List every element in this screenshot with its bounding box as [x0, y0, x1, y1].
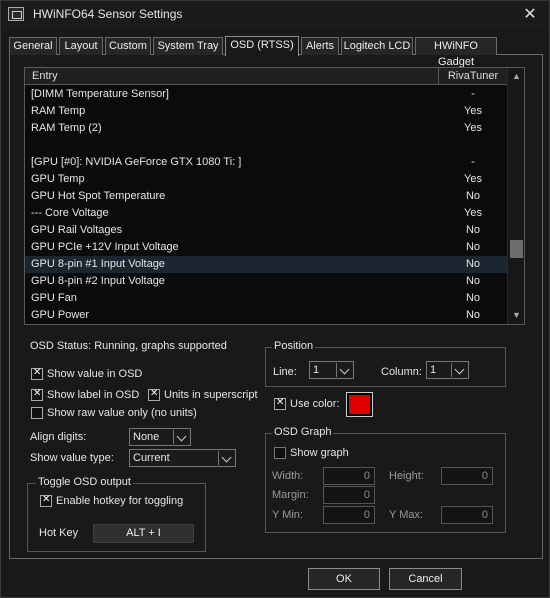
list-item[interactable]: --- Core Voltage Yes	[25, 205, 507, 222]
graph-height-label: Height:	[389, 470, 424, 482]
graph-ymax-input[interactable]: 0	[441, 506, 493, 524]
show-value-label[interactable]: Show value in OSD	[47, 368, 142, 380]
line-dropdown[interactable]: 1	[309, 361, 354, 379]
graph-ymin-input[interactable]: 0	[323, 506, 375, 524]
list-scrollbar[interactable]: ▲ ▼	[507, 68, 524, 324]
align-digits-dropdown[interactable]: None	[129, 428, 191, 446]
hotkey-label: Hot Key	[39, 527, 79, 539]
sensor-settings-window: HWiNFO64 Sensor Settings ✕ General Layou…	[0, 0, 550, 598]
color-picker-button[interactable]	[346, 392, 373, 417]
title-bar[interactable]: HWiNFO64 Sensor Settings ✕	[1, 1, 549, 28]
list-item[interactable]: GPU PCIe +12V Input Voltage No	[25, 239, 507, 256]
graph-height-input[interactable]: 0	[441, 467, 493, 485]
use-color-checkbox[interactable]	[274, 397, 286, 410]
hotkey-input[interactable]: ALT + I	[93, 524, 194, 543]
tab-custom[interactable]: Custom	[105, 37, 151, 55]
value-type-label: Show value type:	[30, 452, 114, 464]
use-color-label[interactable]: Use color:	[290, 398, 340, 410]
graph-ymin-label: Y Min:	[272, 509, 303, 521]
chevron-down-icon[interactable]	[336, 363, 352, 377]
units-superscript-checkbox[interactable]	[148, 388, 160, 401]
app-icon	[8, 7, 24, 21]
list-item[interactable]: GPU 8-pin #2 Input Voltage No	[25, 273, 507, 290]
position-title: Position	[272, 340, 316, 352]
chevron-down-icon[interactable]	[451, 363, 467, 377]
graph-ymax-label: Y Max:	[389, 509, 424, 521]
osd-status-text: OSD Status: Running, graphs supported	[30, 340, 227, 352]
tab-layout[interactable]: Layout	[59, 37, 103, 55]
scroll-thumb[interactable]	[510, 240, 523, 258]
column-label: Column:	[381, 366, 422, 378]
close-icon[interactable]: ✕	[521, 4, 539, 24]
show-label-checkbox[interactable]	[31, 388, 43, 401]
show-graph-label[interactable]: Show graph	[290, 447, 349, 459]
column-dropdown[interactable]: 1	[426, 361, 469, 379]
tab-system-tray[interactable]: System Tray	[153, 37, 223, 55]
column-header-rivatuner[interactable]: RivaTuner	[439, 70, 507, 82]
list-header: Entry RivaTuner	[25, 68, 507, 85]
raw-value-checkbox[interactable]	[31, 407, 43, 419]
list-item[interactable]: GPU Temp Yes	[25, 171, 507, 188]
list-item[interactable]: GPU Power No	[25, 307, 507, 324]
graph-width-label: Width:	[272, 470, 304, 482]
units-superscript-label[interactable]: Units in superscript	[164, 389, 258, 401]
enable-hotkey-label[interactable]: Enable hotkey for toggling	[56, 495, 183, 507]
align-digits-label: Align digits:	[30, 431, 87, 443]
window-title: HWiNFO64 Sensor Settings	[33, 7, 183, 21]
list-item[interactable]: GPU Hot Spot Temperature No	[25, 188, 507, 205]
list-item[interactable]: [DIMM Temperature Sensor] -	[25, 86, 507, 103]
show-graph-checkbox[interactable]	[274, 447, 286, 459]
tab-osd-rtss[interactable]: OSD (RTSS)	[225, 36, 299, 56]
ok-button[interactable]: OK	[308, 568, 380, 590]
color-swatch-fill	[349, 395, 370, 414]
tab-logitech-lcd[interactable]: Logitech LCD	[341, 37, 413, 55]
scroll-down-icon[interactable]: ▼	[508, 307, 524, 324]
list-item[interactable]: GPU Fan No	[25, 290, 507, 307]
list-item-selected[interactable]: GPU 8-pin #1 Input Voltage No	[25, 256, 507, 273]
toggle-osd-title: Toggle OSD output	[36, 476, 133, 488]
list-item[interactable]: GPU Rail Voltages No	[25, 222, 507, 239]
sensor-list[interactable]: Entry RivaTuner [DIMM Temperature Sensor…	[24, 67, 525, 325]
osd-graph-title: OSD Graph	[272, 426, 334, 438]
list-item[interactable]: RAM Temp Yes	[25, 103, 507, 120]
scroll-up-icon[interactable]: ▲	[508, 68, 524, 85]
graph-margin-label: Margin:	[272, 489, 309, 501]
list-item[interactable]: [GPU [#0]: NVIDIA GeForce GTX 1080 Ti: ]…	[25, 154, 507, 171]
show-label-label[interactable]: Show label in OSD	[47, 389, 139, 401]
chevron-down-icon[interactable]	[218, 451, 234, 465]
raw-value-label[interactable]: Show raw value only (no units)	[47, 407, 197, 419]
line-label: Line:	[273, 366, 297, 378]
cancel-button[interactable]: Cancel	[389, 568, 462, 590]
column-header-entry[interactable]: Entry	[32, 70, 58, 82]
enable-hotkey-checkbox[interactable]	[40, 494, 52, 507]
chevron-down-icon[interactable]	[173, 430, 189, 444]
graph-margin-input[interactable]: 0	[323, 486, 375, 504]
list-item[interactable]: RAM Temp (2) Yes	[25, 120, 507, 137]
tab-general[interactable]: General	[9, 37, 57, 55]
tab-alerts[interactable]: Alerts	[301, 37, 339, 55]
graph-width-input[interactable]: 0	[323, 467, 375, 485]
list-item[interactable]	[25, 137, 507, 154]
value-type-dropdown[interactable]: Current	[129, 449, 236, 467]
tab-hwinfo-gadget[interactable]: HWiNFO Gadget	[415, 37, 497, 68]
show-value-checkbox[interactable]	[31, 367, 43, 380]
